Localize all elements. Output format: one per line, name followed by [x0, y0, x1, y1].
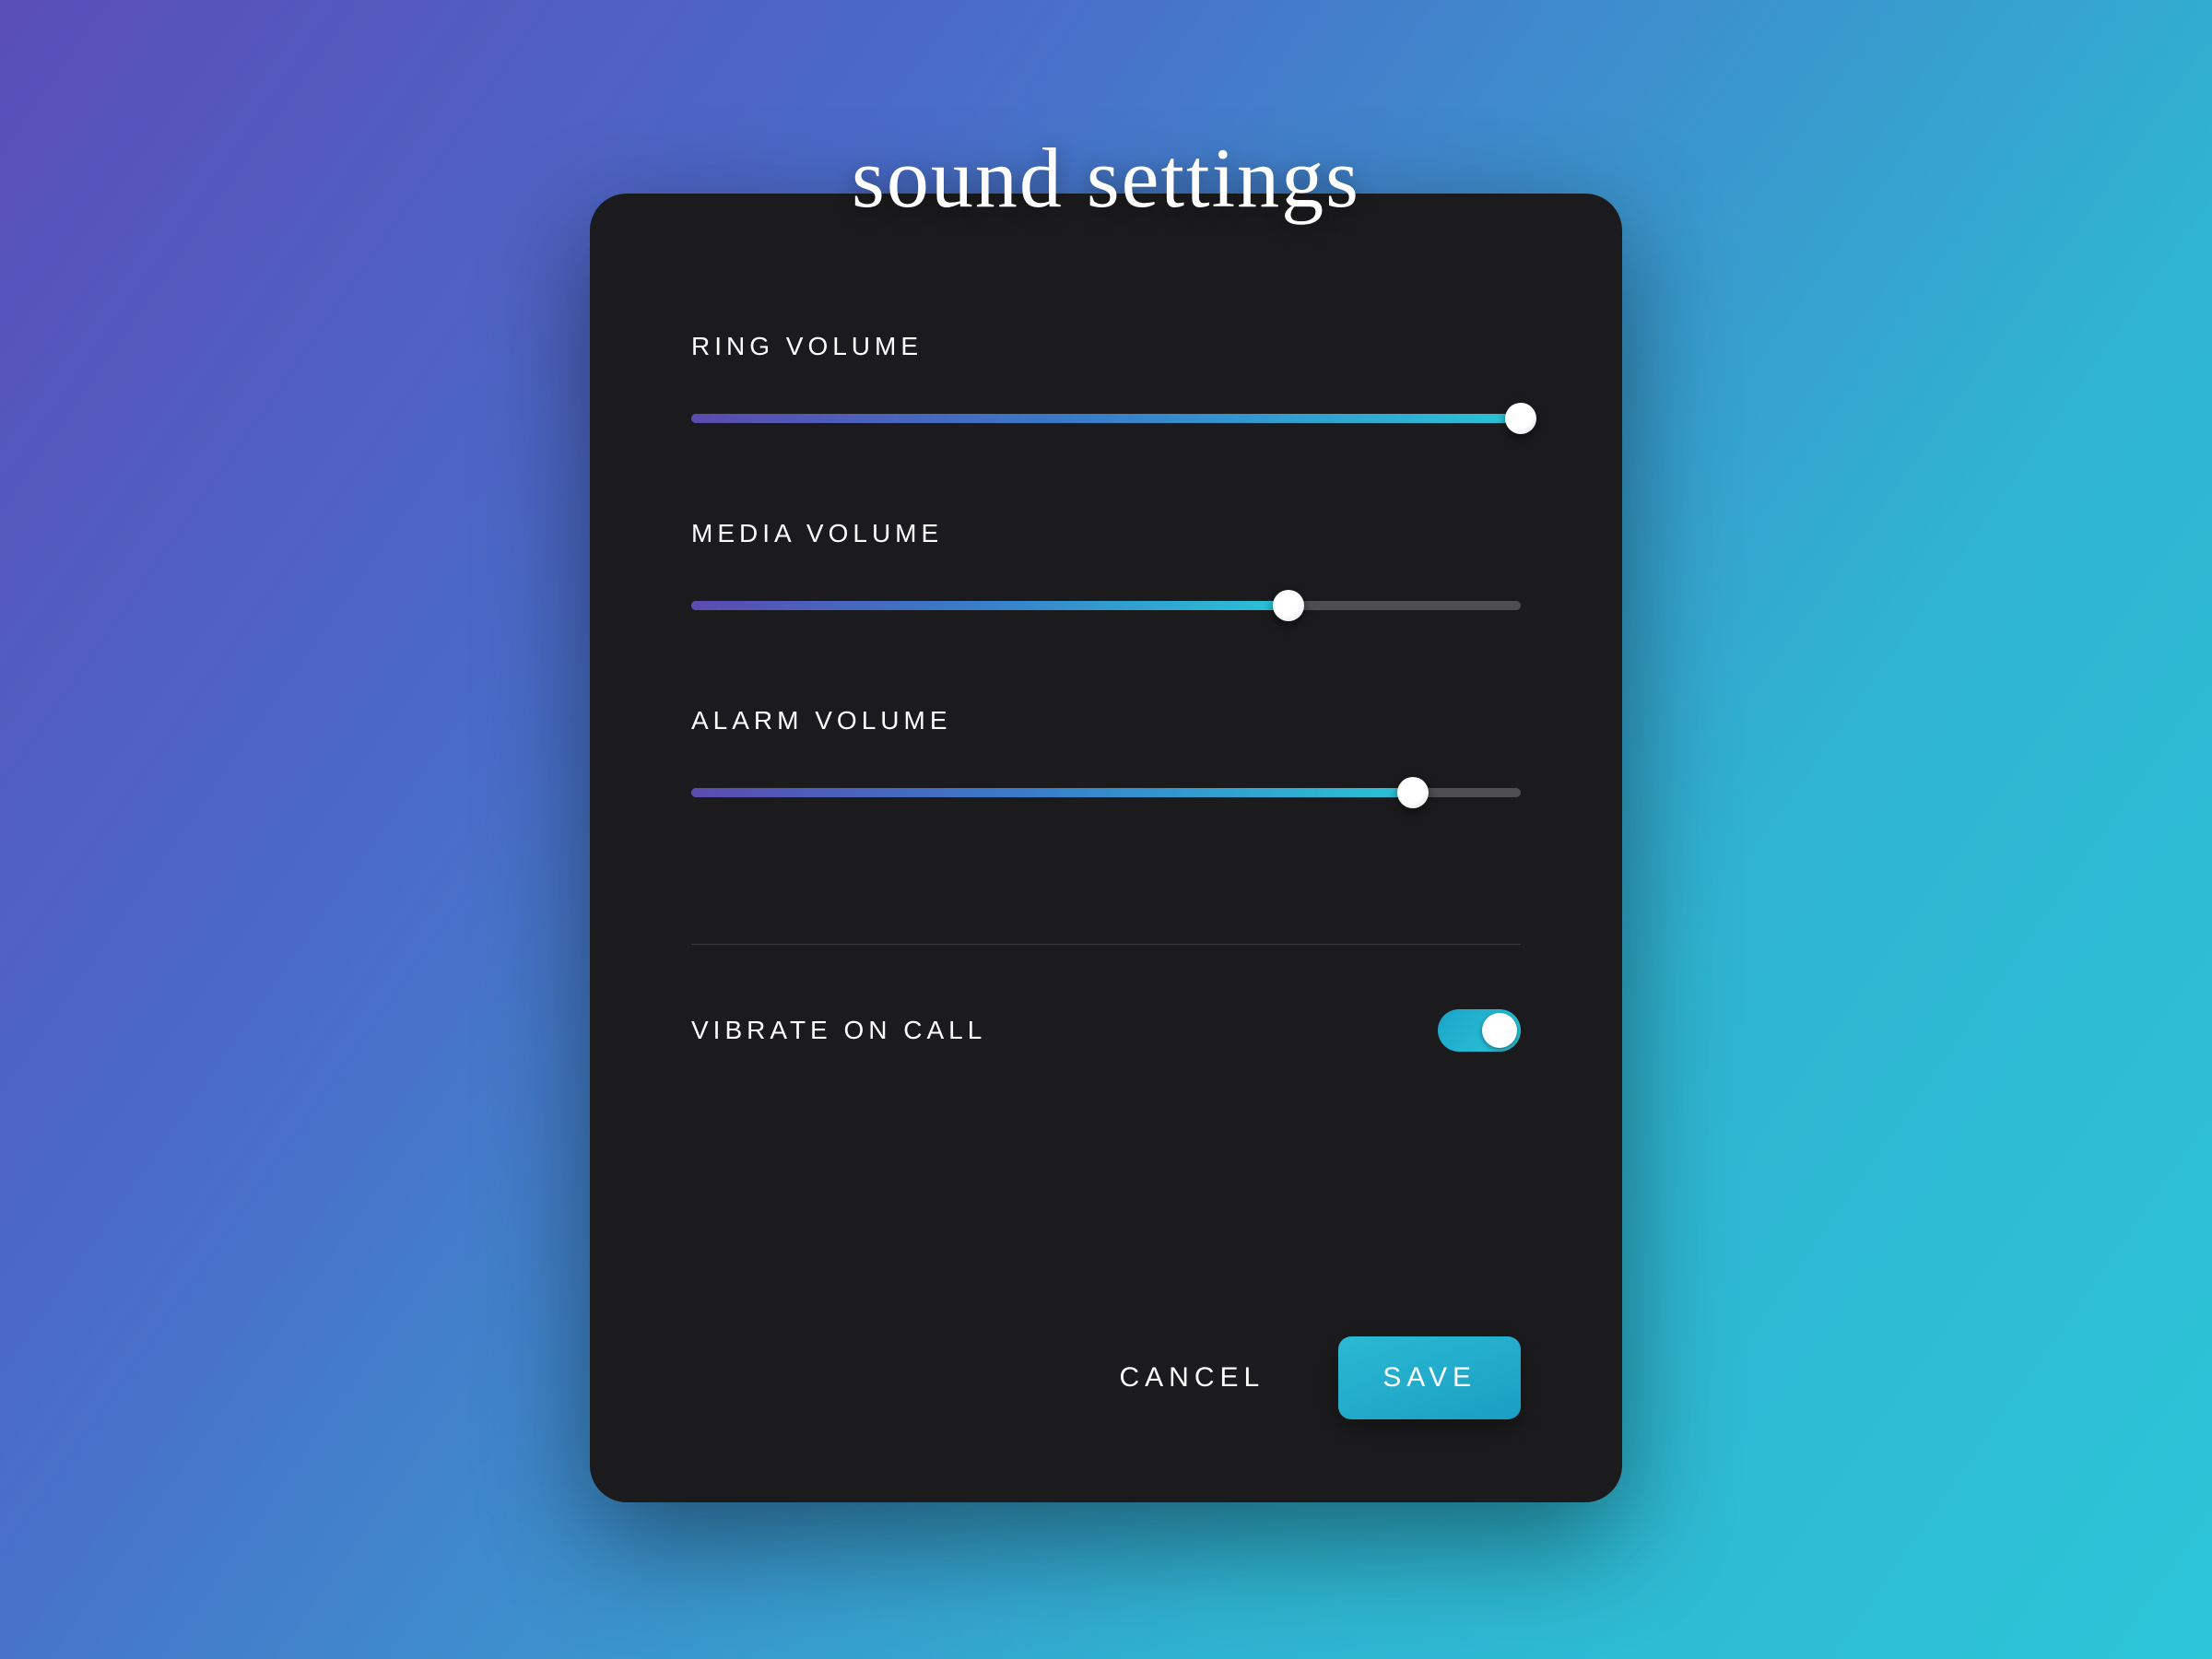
slider-fill [691, 601, 1288, 610]
alarm-volume-slider[interactable] [691, 780, 1521, 806]
slider-fill [691, 414, 1521, 423]
media-volume-label: MEDIA VOLUME [691, 519, 1521, 548]
media-volume-group: MEDIA VOLUME [691, 519, 1521, 618]
alarm-volume-label: ALARM VOLUME [691, 706, 1521, 735]
ring-volume-group: RING VOLUME [691, 332, 1521, 431]
save-button[interactable]: SAVE [1338, 1336, 1521, 1419]
media-volume-slider[interactable] [691, 593, 1521, 618]
cancel-button[interactable]: CANCEL [1110, 1340, 1274, 1416]
divider [691, 944, 1521, 945]
page-title: sound settings [852, 129, 1360, 227]
ring-volume-slider[interactable] [691, 406, 1521, 431]
alarm-volume-group: ALARM VOLUME [691, 706, 1521, 806]
action-row: CANCEL SAVE [691, 1336, 1521, 1419]
slider-thumb[interactable] [1273, 590, 1304, 621]
toggle-knob [1482, 1013, 1517, 1048]
slider-thumb[interactable] [1397, 777, 1429, 808]
ring-volume-label: RING VOLUME [691, 332, 1521, 361]
slider-fill [691, 788, 1413, 797]
vibrate-toggle[interactable] [1438, 1009, 1521, 1052]
settings-card: RING VOLUME MEDIA VOLUME ALARM VOLUME VI… [590, 194, 1622, 1502]
slider-thumb[interactable] [1505, 403, 1536, 434]
vibrate-row: VIBRATE ON CALL [691, 1009, 1521, 1052]
vibrate-label: VIBRATE ON CALL [691, 1016, 986, 1045]
